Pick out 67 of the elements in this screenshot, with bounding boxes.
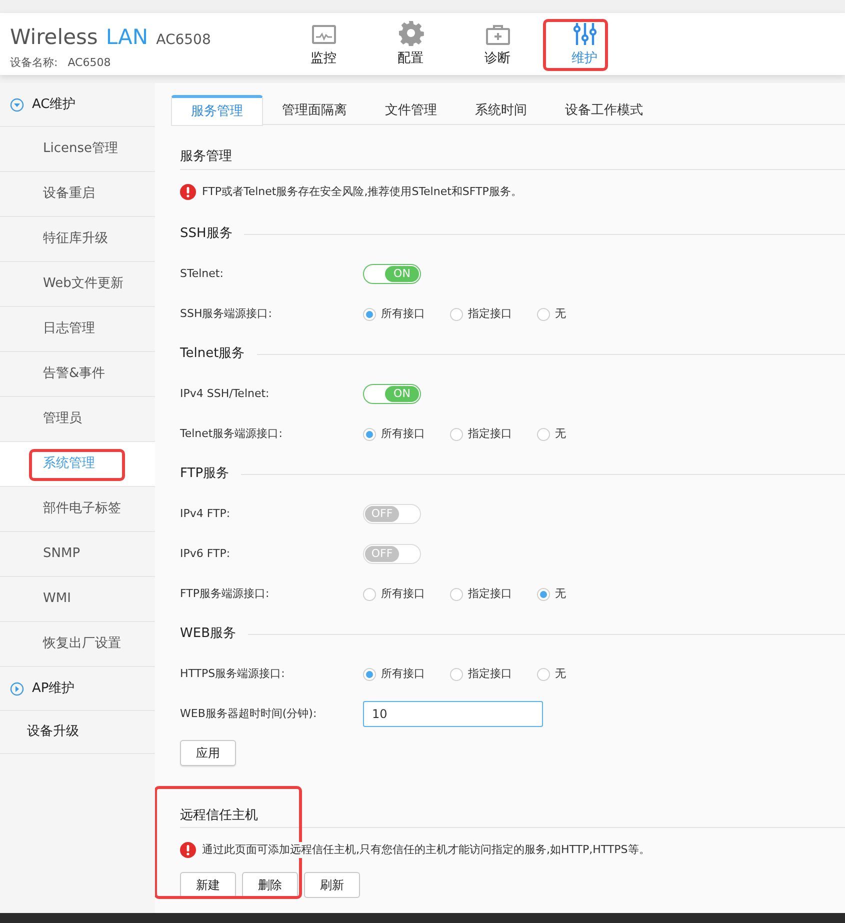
tab[interactable]: 设备工作模式	[546, 95, 662, 126]
radio-button[interactable]	[450, 428, 463, 440]
option-label[interactable]: 指定接口	[468, 666, 512, 682]
monitor-icon	[310, 24, 336, 46]
nav-tab[interactable]: 监控	[280, 13, 367, 75]
field-label: STelnet:	[180, 266, 224, 282]
tab[interactable]: 文件管理	[366, 95, 456, 126]
field-label: IPv4 FTP:	[180, 506, 232, 522]
brand-title: Wireless	[10, 24, 98, 51]
section-title: Telnet服务	[180, 345, 245, 364]
option-label[interactable]: 指定接口	[468, 426, 512, 442]
warning-icon	[180, 184, 196, 200]
settings-icon	[398, 20, 424, 46]
radio-button[interactable]	[537, 588, 550, 600]
section-title: SSH服务	[180, 225, 232, 244]
field-label: WEB服务器超时时间(分钟):	[180, 706, 318, 722]
radio-button[interactable]	[450, 668, 463, 680]
nav-tab[interactable]: 维护	[541, 13, 628, 75]
radio-button[interactable]	[537, 668, 550, 680]
option-label[interactable]: 无	[555, 666, 566, 682]
field-label: FTP服务端源接口:	[180, 586, 270, 602]
radio-button[interactable]	[363, 308, 376, 320]
collapse-icon	[10, 98, 24, 112]
field-label: HTTPS服务端源接口:	[180, 666, 286, 682]
radio-button[interactable]	[450, 308, 463, 320]
field-label: SSH服务端源接口:	[180, 306, 273, 322]
expand-icon	[10, 682, 24, 696]
radio-button[interactable]	[363, 668, 376, 680]
field-label: Telnet服务端源接口:	[180, 426, 284, 442]
warning-text: FTP或者Telnet服务存在安全风险,推荐使用STelnet和SFTP服务。	[202, 184, 522, 200]
device-name: AC6508	[68, 54, 111, 70]
section-title: FTP服务	[180, 465, 230, 484]
radio-button[interactable]	[363, 588, 376, 600]
option-label[interactable]: 无	[555, 586, 566, 602]
nav-tab[interactable]: 诊断	[454, 13, 541, 75]
option-label[interactable]: 所有接口	[381, 666, 425, 682]
medical-kit-icon	[484, 24, 510, 46]
option-label[interactable]: 无	[555, 426, 566, 442]
radio-button[interactable]	[537, 308, 550, 320]
warning-icon	[180, 842, 196, 858]
field-label: IPv6 FTP:	[180, 546, 232, 562]
sliders-icon	[572, 22, 596, 46]
option-label[interactable]: 所有接口	[381, 426, 425, 442]
radio-button[interactable]	[363, 428, 376, 440]
option-label[interactable]: 指定接口	[468, 586, 512, 602]
nav-tab[interactable]: 配置	[367, 13, 454, 75]
tab[interactable]: 服务管理	[171, 95, 263, 126]
apply-button[interactable]: 应用	[180, 740, 236, 766]
tab[interactable]: 系统时间	[456, 95, 546, 126]
option-label[interactable]: 所有接口	[381, 306, 425, 322]
device-label: 设备名称:	[10, 54, 58, 70]
option-label[interactable]: 指定接口	[468, 306, 512, 322]
action-button[interactable]: 删除	[242, 872, 298, 898]
field-label: IPv4 SSH/Telnet:	[180, 386, 270, 402]
option-label[interactable]: 所有接口	[381, 586, 425, 602]
action-button[interactable]: 刷新	[304, 872, 360, 898]
section-title: WEB服务	[180, 625, 236, 644]
input-field[interactable]: 10	[363, 701, 543, 727]
radio-button[interactable]	[537, 428, 550, 440]
panel-title: 服务管理	[180, 147, 845, 170]
panel-title: 远程信任主机	[180, 804, 845, 828]
tab[interactable]: 管理面隔离	[263, 95, 366, 126]
radio-button[interactable]	[450, 588, 463, 600]
action-button[interactable]: 新建	[180, 872, 236, 898]
brand-accent: LAN	[106, 24, 148, 51]
model-name: AC6508	[156, 31, 211, 50]
option-label[interactable]: 无	[555, 306, 566, 322]
